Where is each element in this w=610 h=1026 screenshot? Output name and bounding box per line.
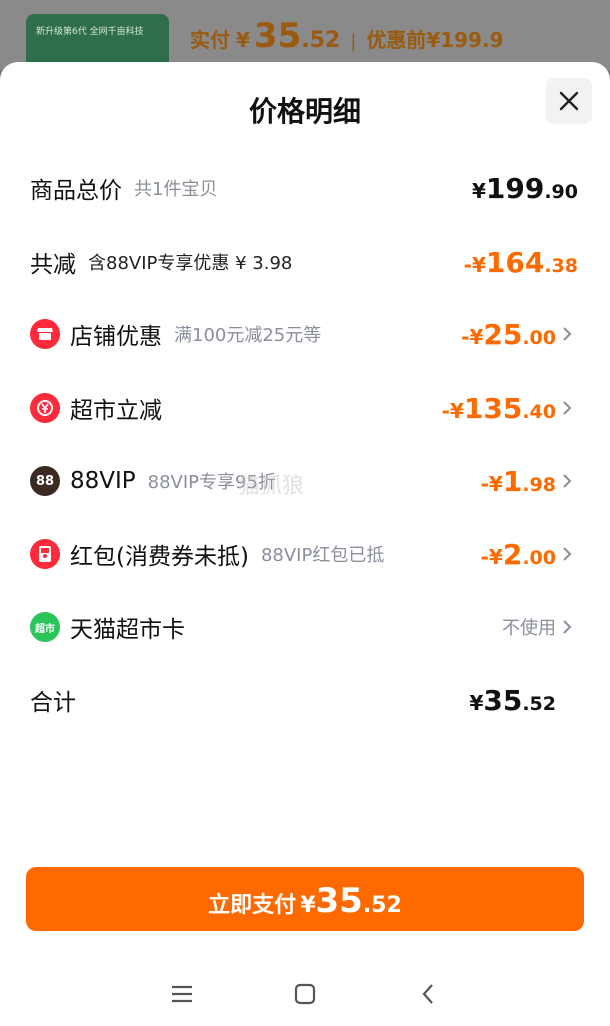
- pay-now-button[interactable]: 立即支付 ¥ 35 .52: [26, 867, 584, 931]
- thumbnail-text: 新升级第6代 全网千亩科技: [36, 27, 144, 37]
- row-label: 合计: [30, 690, 76, 716]
- back-icon[interactable]: [408, 974, 448, 1014]
- row-sub: 88VIP红包已抵: [260, 545, 385, 566]
- row-total-discount: 共减 含88VIP专享优惠 ¥ 3.98 -¥ 164 .38: [30, 242, 578, 282]
- pay-dec: .52: [362, 893, 402, 918]
- row-label: 共减: [30, 252, 76, 278]
- chevron-right-icon: [562, 471, 578, 491]
- row-amount: -¥ 135 .40: [442, 392, 556, 425]
- pay-int: 35: [315, 881, 363, 921]
- row-shop-discount[interactable]: 店铺优惠 满100元减25元等 -¥ 25 .00: [30, 314, 578, 354]
- amount-int: 1: [502, 464, 523, 498]
- not-use-text: 不使用: [502, 618, 556, 639]
- tmall-icon-text: 超市: [35, 623, 55, 635]
- home-icon[interactable]: [285, 974, 325, 1014]
- row-supermarket-discount[interactable]: 超市立减 -¥ 135 .40: [30, 388, 578, 428]
- row-amount: ¥ 199 .90: [472, 172, 578, 205]
- amount-dec: .90: [544, 180, 578, 203]
- chevron-right-icon: [562, 617, 578, 637]
- paid-currency: ¥: [236, 28, 250, 52]
- backdrop: 新升级第6代 全网千亩科技 实付 ¥ 35 .52 | 优惠前 ¥199.9: [0, 0, 610, 74]
- yen-coupon-icon: [30, 393, 60, 423]
- row-amount: -¥ 164 .38: [464, 246, 578, 279]
- row-action: 不使用: [502, 614, 556, 640]
- pay-label: 立即支付: [208, 893, 297, 918]
- amount-dec: .40: [522, 400, 556, 423]
- close-icon: [559, 91, 579, 111]
- tmall-supermarket-icon: 超市: [30, 612, 60, 642]
- row-sub: 满100元减25元等: [174, 325, 322, 346]
- row-tmall-supermarket-card[interactable]: 超市 天猫超市卡 不使用: [30, 607, 578, 647]
- menu-icon[interactable]: [162, 974, 202, 1014]
- amount-currency: -¥: [461, 324, 484, 349]
- row-label: 店铺优惠: [70, 324, 162, 350]
- amount-int: 135: [463, 391, 523, 425]
- amount-currency: -¥: [480, 471, 503, 496]
- row-amount: -¥ 2 .00: [481, 538, 556, 571]
- chevron-right-icon: [562, 544, 578, 564]
- amount-dec: .00: [522, 326, 556, 349]
- system-nav-bar: [0, 962, 610, 1026]
- amount-dec: .52: [522, 692, 556, 715]
- row-total-goods: 商品总价 共1件宝贝 ¥ 199 .90: [30, 168, 578, 208]
- row-label: 商品总价: [30, 178, 122, 204]
- sheet-title: 价格明细: [248, 95, 361, 128]
- chevron-right-icon: [562, 324, 578, 344]
- amount-int: 199: [485, 171, 545, 205]
- row-red-packet[interactable]: 红包(消费券未抵) 88VIP红包已抵 -¥ 2 .00: [30, 534, 578, 574]
- row-amount: -¥ 25 .00: [461, 318, 556, 351]
- row-label: 红包(消费券未抵): [70, 544, 249, 570]
- paid-dec: .52: [301, 28, 341, 53]
- vip88-icon-text: 88: [35, 473, 55, 489]
- close-button[interactable]: [546, 78, 592, 124]
- price-summary: 实付 ¥ 35 .52 | 优惠前 ¥199.9: [190, 16, 504, 56]
- amount-dec: .98: [522, 473, 556, 496]
- amount-int: 25: [483, 317, 523, 351]
- amount-currency: ¥: [471, 178, 486, 203]
- chevron-right-icon: [562, 398, 578, 418]
- pay-currency: ¥: [300, 893, 316, 918]
- paid-int: 35: [253, 16, 302, 56]
- amount-currency: -¥: [441, 398, 464, 423]
- row-amount: -¥ 1 .98: [481, 465, 556, 498]
- shop-icon: [30, 319, 60, 349]
- original-price: ¥199.9: [426, 28, 504, 52]
- summary-separator: |: [350, 31, 357, 52]
- row-label: 天猫超市卡: [70, 617, 185, 643]
- row-sub: 共1件宝贝: [134, 179, 218, 200]
- original-label: 优惠前: [366, 28, 427, 52]
- row-sub: 含88VIP专享优惠 ¥ 3.98: [88, 253, 293, 274]
- amount-int: 164: [485, 245, 545, 279]
- row-amount: ¥ 35 .52: [469, 684, 556, 717]
- row-label: 88VIP: [70, 468, 136, 494]
- amount-dec: .00: [522, 546, 556, 569]
- row-grand-total: 合计 ¥ 35 .52: [30, 680, 578, 720]
- amount-currency: -¥: [480, 544, 503, 569]
- amount-dec: .38: [544, 254, 578, 277]
- amount-currency: -¥: [463, 252, 486, 277]
- amount-int: 2: [502, 537, 523, 571]
- watermark: 猫抓狼: [238, 474, 305, 499]
- amount-int: 35: [483, 683, 523, 717]
- red-packet-icon: [30, 539, 60, 569]
- price-detail-sheet: 价格明细 商品总价 共1件宝贝 ¥ 199 .90 共减 含88VIP专享优惠 …: [0, 62, 610, 1026]
- paid-label: 实付: [190, 28, 230, 52]
- vip88-icon: 88: [30, 466, 60, 496]
- row-label: 超市立减: [70, 398, 162, 424]
- amount-currency: ¥: [469, 690, 484, 715]
